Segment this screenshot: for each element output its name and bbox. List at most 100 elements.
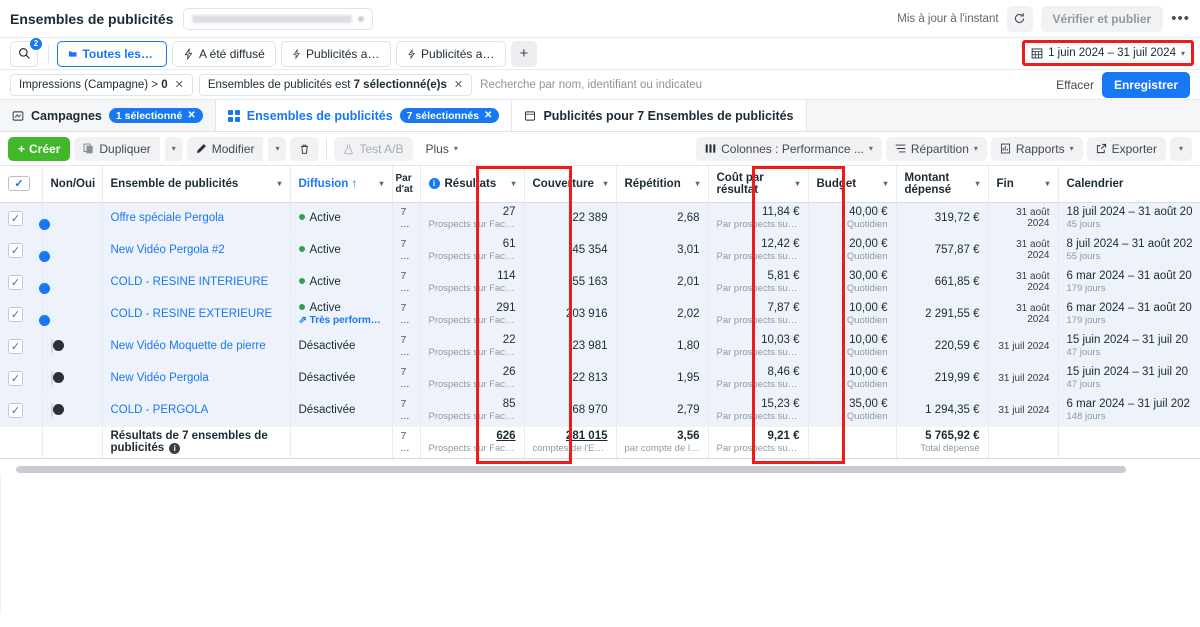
close-icon[interactable]: ✕: [454, 78, 463, 91]
cell-adset-name[interactable]: COLD - RESINE EXTERIEURE: [102, 298, 291, 331]
cell-onoff[interactable]: [42, 362, 103, 395]
tab-selection-pill[interactable]: 7 sélectionnés ✕: [399, 108, 500, 123]
row-checkbox[interactable]: ✓: [8, 338, 23, 354]
row-checkbox[interactable]: ✓: [8, 274, 23, 290]
table-row[interactable]: ✓ New Vidéo Pergola #2 Active 7 ... 61 Prospe…: [0, 234, 1200, 267]
tab-campaigns[interactable]: Campagnes 1 sélectionné ✕: [0, 100, 216, 131]
save-filters-button[interactable]: Enregistrer: [1101, 71, 1190, 98]
clear-filters-button[interactable]: Effacer: [1056, 78, 1094, 92]
cell-adset-name[interactable]: COLD - PERGOLA: [102, 394, 291, 427]
table-row[interactable]: ✓ COLD - RESINE INTERIEURE Active 7 ... 114 P…: [0, 266, 1200, 299]
chevron-down-icon[interactable]: ▾: [883, 179, 887, 188]
th-select-all[interactable]: ✓: [0, 166, 43, 203]
adset-name-link[interactable]: New Vidéo Pergola #2: [111, 244, 282, 257]
row-checkbox[interactable]: ✓: [8, 402, 23, 418]
breakdown-button[interactable]: Répartition ▾: [885, 136, 987, 161]
reports-button[interactable]: Rapports ▾: [990, 136, 1083, 161]
horizontal-scrollbar[interactable]: [0, 464, 1200, 474]
cell-select[interactable]: ✓: [0, 394, 43, 427]
row-checkbox[interactable]: ✓: [8, 210, 23, 226]
table-row[interactable]: ✓ COLD - PERGOLA Désactivée 7 ... 85 Prospect…: [0, 394, 1200, 427]
create-button[interactable]: + Créer: [8, 136, 71, 161]
close-icon[interactable]: ✕: [175, 78, 184, 91]
th-reach[interactable]: Couverture ▾: [524, 166, 617, 203]
status-toggle[interactable]: [50, 371, 53, 385]
info-icon[interactable]: i: [428, 178, 440, 190]
chevron-down-icon[interactable]: ▾: [277, 179, 281, 188]
table-row[interactable]: ✓ Offre spéciale Pergola Active 7 ... 27 Pros…: [0, 202, 1200, 235]
tab-ads[interactable]: Publicités pour 7 Ensembles de publicité…: [512, 100, 807, 131]
status-toggle[interactable]: [50, 403, 53, 417]
scrollbar-thumb[interactable]: [16, 466, 1126, 473]
row-checkbox[interactable]: ✓: [8, 306, 23, 322]
cell-onoff[interactable]: [42, 298, 103, 331]
close-icon[interactable]: ✕: [187, 110, 195, 121]
th-frequency[interactable]: Répétition ▾: [616, 166, 709, 203]
filter-chip-all-ads[interactable]: Toutes les pub...: [57, 40, 167, 67]
table-row[interactable]: ✓ New Vidéo Moquette de pierre Désactivée 7…: [0, 330, 1200, 363]
adset-name-link[interactable]: COLD - RESINE EXTERIEURE: [111, 308, 282, 321]
adset-name-link[interactable]: COLD - RESINE INTERIEURE: [111, 276, 282, 289]
cell-select[interactable]: ✓: [0, 298, 43, 331]
export-dropdown[interactable]: ▾: [1169, 136, 1192, 161]
th-adset-name[interactable]: Ensemble de publicités ▾: [102, 166, 291, 203]
duplicate-dropdown[interactable]: ▾: [164, 136, 183, 161]
th-end[interactable]: Fin ▾: [988, 166, 1059, 203]
edit-button[interactable]: Modifier: [186, 136, 264, 161]
info-icon[interactable]: i: [169, 443, 181, 454]
status-toggle[interactable]: [50, 339, 53, 353]
cell-adset-name[interactable]: New Vidéo Pergola: [102, 362, 291, 395]
verify-publish-button[interactable]: Vérifier et publier: [1040, 5, 1164, 32]
filter-chip-active-ads-1[interactable]: Publicités activ...: [280, 40, 391, 67]
chevron-down-icon[interactable]: ▾: [511, 179, 515, 188]
ab-test-button[interactable]: Test A/B: [334, 136, 413, 161]
th-delivery[interactable]: Diffusion ↑ ▾: [290, 166, 393, 203]
close-icon[interactable]: ✕: [484, 110, 492, 121]
row-checkbox[interactable]: ✓: [8, 370, 23, 386]
cell-select[interactable]: ✓: [0, 266, 43, 299]
select-all-checkbox[interactable]: ✓: [8, 176, 30, 192]
more-options-icon[interactable]: •••: [1171, 10, 1190, 27]
chevron-down-icon[interactable]: ▾: [1045, 179, 1049, 188]
edit-dropdown[interactable]: ▾: [268, 136, 287, 161]
filter-token-adsets[interactable]: Ensembles de publicités est 7 sélectionn…: [198, 73, 473, 96]
table-row[interactable]: ✓ New Vidéo Pergola Désactivée 7 ... 26 Prosp…: [0, 362, 1200, 395]
refresh-icon[interactable]: [1006, 5, 1033, 32]
delete-button[interactable]: [290, 136, 320, 161]
cell-adset-name[interactable]: Offre spéciale Pergola: [102, 202, 291, 235]
columns-button[interactable]: Colonnes : Performance ... ▾: [696, 136, 882, 161]
cell-onoff[interactable]: [42, 266, 103, 299]
chevron-down-icon[interactable]: ▾: [603, 179, 607, 188]
adset-name-link[interactable]: Offre spéciale Pergola: [111, 212, 282, 225]
cell-select[interactable]: ✓: [0, 362, 43, 395]
chevron-down-icon[interactable]: ▾: [695, 179, 699, 188]
account-clear-icon[interactable]: [358, 15, 365, 22]
filter-chip-active-ads-2[interactable]: Publicités activ...: [395, 40, 506, 67]
cell-select[interactable]: ✓: [0, 330, 43, 363]
th-amount-spent[interactable]: Montant dépensé ▾: [896, 166, 989, 203]
adset-name-link[interactable]: COLD - PERGOLA: [111, 404, 282, 417]
table-row[interactable]: ✓ COLD - RESINE EXTERIEURE Active ⇗ Très pe…: [0, 298, 1200, 331]
th-budget[interactable]: Budget ▾: [808, 166, 897, 203]
cell-adset-name[interactable]: New Vidéo Pergola #2: [102, 234, 291, 267]
tab-adsets[interactable]: Ensembles de publicités 7 sélectionnés ✕: [215, 100, 513, 131]
cell-onoff[interactable]: [42, 330, 103, 363]
adset-name-link[interactable]: New Vidéo Moquette de pierre: [111, 340, 282, 353]
chevron-down-icon[interactable]: ▾: [379, 179, 383, 188]
cell-onoff[interactable]: [42, 234, 103, 267]
cell-select[interactable]: ✓: [0, 202, 43, 235]
filter-chip-has-delivered[interactable]: A été diffusé: [172, 40, 276, 67]
cell-onoff[interactable]: [42, 202, 103, 235]
row-checkbox[interactable]: ✓: [8, 242, 23, 258]
add-filter-button[interactable]: +: [510, 40, 537, 67]
chevron-down-icon[interactable]: ▾: [1181, 49, 1185, 58]
more-actions-button[interactable]: Plus ▾: [417, 137, 467, 161]
filter-token-impressions[interactable]: Impressions (Campagne) > 0 ✕: [10, 73, 193, 96]
cell-adset-name[interactable]: COLD - RESINE INTERIEURE: [102, 266, 291, 299]
search-input[interactable]: Recherche par nom, identifiant ou indica…: [480, 79, 702, 91]
th-cost-per-result[interactable]: Coût par résultat ▾: [708, 166, 809, 203]
chevron-down-icon[interactable]: ▾: [795, 179, 799, 188]
export-button[interactable]: Exporter: [1086, 136, 1166, 161]
th-results[interactable]: i Résultats ▾: [420, 166, 525, 203]
cell-adset-name[interactable]: New Vidéo Moquette de pierre: [102, 330, 291, 363]
